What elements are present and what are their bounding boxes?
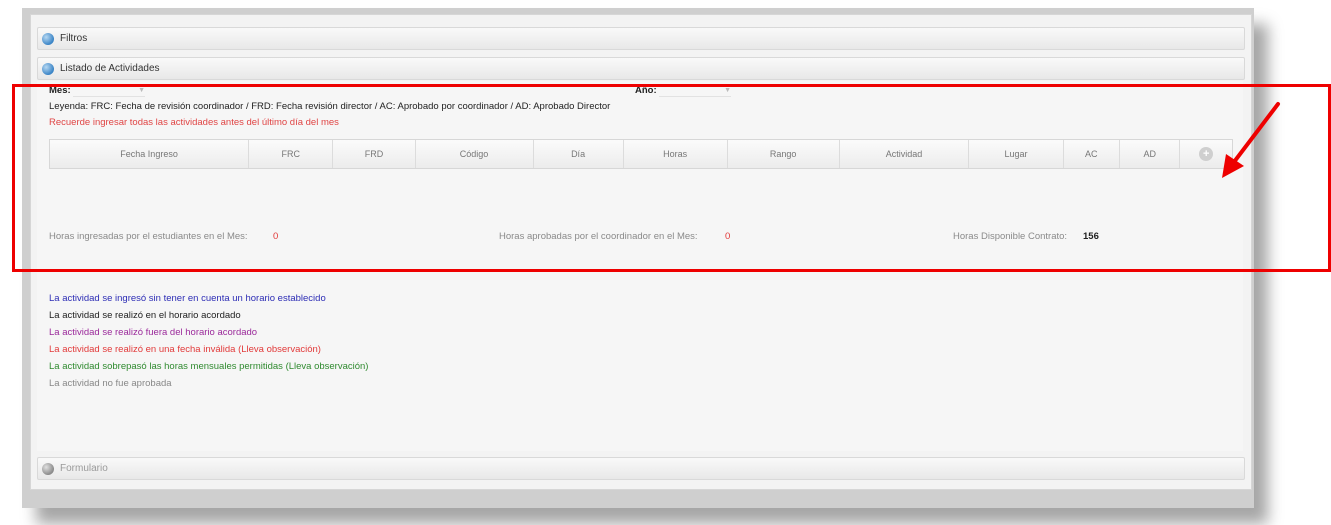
activities-table-header: Fecha Ingreso FRC FRD Código Día Horas R…: [49, 139, 1233, 169]
reminder-text: Recuerde ingresar todas las actividades …: [49, 117, 339, 128]
accordion-filtros[interactable]: Filtros: [37, 27, 1245, 50]
accordion-formulario[interactable]: Formulario: [37, 457, 1245, 480]
accordion-formulario-label: Formulario: [60, 463, 108, 474]
legend-text: Leyenda: FRC: Fecha de revisión coordina…: [49, 101, 611, 112]
annotation-arrow-icon: [1222, 102, 1280, 178]
mes-label: Mes:: [49, 85, 71, 96]
col-frc[interactable]: FRC: [249, 140, 334, 168]
accordion-filtros-label: Filtros: [60, 33, 88, 44]
legend-item-sobrepaso-horas: La actividad sobrepasó las horas mensual…: [49, 361, 369, 372]
col-rango[interactable]: Rango: [728, 140, 840, 168]
horas-aprobadas-value: 0: [725, 231, 731, 242]
activities-panel: Mes: ▼ Año: ▼ Leyenda: FRC: Fecha de rev…: [37, 81, 1243, 451]
chevron-down-icon: ▼: [138, 86, 145, 94]
app-window: Filtros Listado de Actividades Mes: ▼ Añ…: [30, 14, 1252, 490]
col-codigo[interactable]: Código: [416, 140, 534, 168]
horas-ingresadas-label: Horas ingresadas por el estudiantes en e…: [49, 231, 248, 242]
legend-item-no-aprobada: La actividad no fue aprobada: [49, 378, 172, 389]
col-actividad[interactable]: Actividad: [840, 140, 970, 168]
expand-icon: [42, 462, 54, 475]
chevron-down-icon: ▼: [724, 86, 731, 94]
expand-icon: [42, 62, 54, 75]
mes-select[interactable]: ▼: [73, 84, 145, 97]
anio-label: Año:: [635, 85, 657, 96]
accordion-listado-label: Listado de Actividades: [60, 63, 160, 74]
col-frd[interactable]: FRD: [333, 140, 416, 168]
anio-select[interactable]: ▼: [659, 84, 731, 97]
horas-disponible-value: 156: [1083, 231, 1099, 242]
horas-disponible-label: Horas Disponible Contrato:: [953, 231, 1068, 242]
legend-item-fuera-horario: La actividad se realizó fuera del horari…: [49, 327, 258, 338]
col-lugar[interactable]: Lugar: [969, 140, 1064, 168]
accordion-listado[interactable]: Listado de Actividades: [37, 57, 1245, 80]
legend-item-en-horario: La actividad se realizó en el horario ac…: [49, 310, 241, 321]
legend-item-fecha-invalida: La actividad se realizó en una fecha inv…: [49, 344, 321, 355]
col-horas[interactable]: Horas: [624, 140, 728, 168]
col-fecha-ingreso[interactable]: Fecha Ingreso: [50, 140, 250, 168]
legend-item-sin-horario: La actividad se ingresó sin tener en cue…: [49, 293, 326, 304]
expand-icon: [42, 32, 54, 45]
col-ac[interactable]: AC: [1064, 140, 1121, 168]
horas-ingresadas-value: 0: [273, 231, 279, 242]
col-dia[interactable]: Día: [534, 140, 624, 168]
horas-aprobadas-label: Horas aprobadas por el coordinador en el…: [499, 231, 698, 242]
col-ad[interactable]: AD: [1120, 140, 1181, 168]
